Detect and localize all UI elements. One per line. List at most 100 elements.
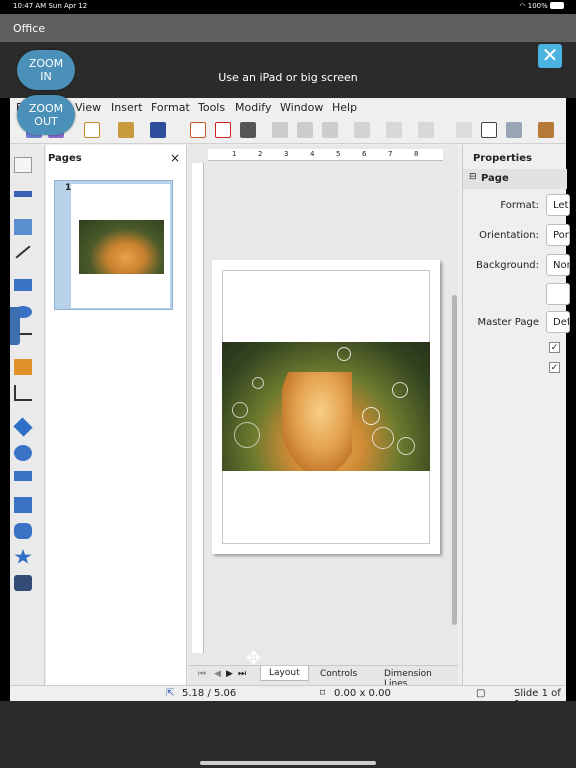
image-icon[interactable] — [538, 122, 554, 138]
menu-view[interactable]: View — [75, 101, 101, 114]
grid-icon[interactable] — [456, 122, 472, 138]
scrollbar-thumb[interactable] — [452, 295, 457, 625]
pencil-icon[interactable] — [14, 359, 32, 375]
bubble — [362, 407, 380, 425]
battery-percent: 100% — [527, 2, 548, 10]
drawing-toolbar — [10, 145, 45, 685]
zoom-in-label-2: IN — [40, 70, 52, 83]
export-pdf-icon[interactable] — [215, 122, 231, 138]
ruler-tick-7: 7 — [388, 150, 393, 158]
wifi-icon: ◠ — [519, 2, 528, 10]
format-select[interactable]: Let — [546, 194, 570, 216]
tab-first-icon[interactable]: ⏮ — [198, 669, 206, 679]
new-document-icon[interactable] — [84, 122, 100, 138]
page-section-header[interactable]: ⊟ Page — [463, 169, 567, 189]
paste-icon[interactable] — [322, 122, 338, 138]
vertical-scrollbar[interactable] — [450, 145, 458, 665]
zoom-out-label-2: OUT — [34, 115, 58, 128]
slide-canvas: 1 2 3 4 5 6 7 8 ⏮ ◀ ▶ ⏭ Layout Controls … — [188, 145, 458, 689]
cursor-position: 5.18 / 5.06 — [182, 688, 237, 699]
tab-next-icon[interactable]: ▶ — [226, 669, 233, 679]
copy-icon[interactable] — [297, 122, 313, 138]
document-modified-icon: ▢ — [476, 688, 486, 699]
app-title: Office — [13, 22, 46, 35]
master-objects-checkbox[interactable]: ✓ — [549, 362, 560, 373]
tab-last-icon[interactable]: ⏭ — [238, 669, 246, 679]
connector-icon[interactable] — [14, 385, 32, 401]
collapse-icon: ⊟ — [469, 172, 477, 182]
close-icon: ✕ — [541, 43, 559, 67]
block-arrow-icon[interactable] — [14, 471, 32, 481]
diamond-shape-icon[interactable] — [13, 417, 33, 437]
callout-icon[interactable] — [14, 523, 32, 539]
bottom-area — [0, 701, 576, 768]
orientation-label: Orientation: — [479, 230, 539, 241]
move-cursor-icon: ✥ — [246, 648, 262, 669]
undo-icon[interactable] — [386, 122, 402, 138]
zoom-pan-icon[interactable] — [506, 122, 522, 138]
cut-icon[interactable] — [272, 122, 288, 138]
zoom-out-label: ZOOM — [28, 102, 64, 115]
line-icon[interactable] — [15, 245, 31, 259]
menu-insert[interactable]: Insert — [111, 101, 143, 114]
thumbnail-page — [71, 184, 170, 308]
ruler-tick-3: 3 — [284, 150, 289, 158]
app-title-bar: Office — [0, 14, 576, 42]
flowchart-icon[interactable] — [14, 497, 32, 513]
background-select[interactable]: Nor — [546, 254, 570, 276]
bubble — [234, 422, 260, 448]
zoom-in-label: ZOOM — [28, 57, 64, 70]
vertical-ruler — [192, 163, 204, 653]
star-icon[interactable] — [14, 549, 32, 564]
properties-panel: Properties ⊟ Page Format: Let Orientatio… — [462, 145, 570, 685]
position-icon: ⇱ — [166, 688, 175, 699]
menu-tools[interactable]: Tools — [198, 101, 225, 114]
background-label: Background: — [475, 260, 539, 271]
rectangle-icon[interactable] — [14, 279, 32, 291]
master-background-checkbox[interactable]: ✓ — [549, 342, 560, 353]
tab-layout[interactable]: Layout — [260, 666, 309, 681]
pages-pane: Pages × 1 — [46, 145, 187, 685]
menu-modify[interactable]: Modify — [235, 101, 271, 114]
page-section-title: Page — [481, 173, 509, 184]
tab-prev-icon[interactable]: ◀ — [214, 669, 221, 679]
bubble — [252, 377, 264, 389]
sidebar-expand-handle[interactable] — [10, 307, 20, 345]
3d-object-icon[interactable] — [14, 575, 32, 591]
slide-thumbnail[interactable]: 1 — [54, 180, 173, 310]
hint-text: Use an iPad or big screen — [218, 71, 358, 84]
hint-bar: Use an iPad or big screen — [0, 42, 576, 98]
office-window: F View Insert Format Tools Modify Window… — [10, 98, 570, 710]
ruler-tick-1: 1 — [232, 150, 237, 158]
select-arrow-icon[interactable] — [14, 157, 32, 173]
home-indicator[interactable] — [200, 761, 376, 765]
master-page-label: Master Page — [477, 317, 539, 328]
line-color-icon[interactable] — [14, 191, 32, 197]
print-icon[interactable] — [240, 122, 256, 138]
open-folder-icon[interactable] — [118, 122, 134, 138]
save-icon[interactable] — [150, 122, 166, 138]
menu-format[interactable]: Format — [151, 101, 190, 114]
menu-help[interactable]: Help — [332, 101, 357, 114]
smiley-icon[interactable] — [14, 445, 32, 461]
background-color-select[interactable] — [546, 283, 570, 305]
master-page-select[interactable]: Def — [546, 311, 570, 333]
zoom-in-button[interactable]: ZOOM IN — [17, 50, 75, 90]
tab-controls[interactable]: Controls — [320, 669, 357, 679]
export-icon[interactable] — [190, 122, 206, 138]
crop-icon[interactable] — [481, 122, 497, 138]
standard-toolbar — [10, 117, 566, 144]
zoom-out-button[interactable]: ZOOM OUT — [17, 95, 75, 135]
properties-title: Properties — [473, 153, 532, 164]
menu-window[interactable]: Window — [280, 101, 323, 114]
object-size: 0.00 x 0.00 — [334, 688, 391, 699]
orientation-select[interactable]: Por — [546, 224, 570, 246]
slide-page[interactable] — [212, 260, 440, 554]
dog-thumbnail-image — [79, 220, 164, 274]
close-button[interactable]: ✕ — [538, 44, 562, 68]
fill-color-icon[interactable] — [14, 219, 32, 235]
dog-bubbles-image[interactable] — [222, 342, 430, 471]
redo-icon[interactable] — [418, 122, 434, 138]
clone-format-icon[interactable] — [354, 122, 370, 138]
pages-close-button[interactable]: × — [170, 151, 180, 165]
